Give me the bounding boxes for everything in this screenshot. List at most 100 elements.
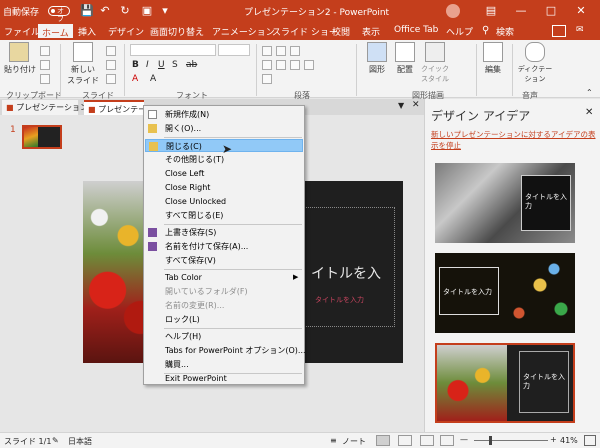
menu-item-save[interactable]: 上書き保存(S) — [145, 226, 303, 239]
redo-icon[interactable]: ↻ — [118, 4, 132, 18]
slide-thumbnail[interactable] — [22, 125, 62, 149]
quick-styles-icon — [425, 42, 445, 62]
cut-icon[interactable] — [40, 46, 50, 56]
dictate-button[interactable]: ディクテー ション — [514, 42, 556, 84]
tab-home[interactable]: ホーム — [38, 24, 73, 40]
indent-icon[interactable] — [290, 46, 300, 56]
shapes-button[interactable]: 図形 — [362, 42, 392, 75]
normal-view-icon[interactable] — [376, 435, 390, 446]
zoom-slider[interactable] — [474, 440, 548, 441]
menu-item-tab-color[interactable]: Tab Color ▶ — [145, 271, 303, 284]
align-center-icon[interactable] — [276, 60, 286, 70]
menu-item-exit[interactable]: Exit PowerPoint — [145, 372, 303, 385]
zoom-slider-thumb[interactable] — [489, 436, 492, 445]
account-avatar[interactable] — [446, 4, 460, 18]
align-right-icon[interactable] — [290, 60, 300, 70]
ribbon-display-icon[interactable]: ▤ — [484, 4, 498, 18]
reading-view-icon[interactable] — [420, 435, 434, 446]
section-icon[interactable] — [106, 74, 116, 84]
close-tab-icon[interactable]: ✕ — [412, 100, 420, 110]
autosave-toggle[interactable]: オフ — [48, 6, 70, 23]
tab-view[interactable]: 表示 — [362, 25, 380, 38]
layout-icon[interactable] — [106, 46, 116, 56]
menu-item-save-as[interactable]: 名前を付けて保存(A)... — [145, 240, 303, 253]
spellcheck-icon[interactable]: ✎ — [52, 436, 59, 445]
tab-file[interactable]: ファイル — [4, 25, 40, 38]
reset-icon[interactable] — [106, 60, 116, 70]
menu-label: Close Right — [165, 183, 211, 192]
menu-item-close-all[interactable]: すべて閉じる(E) — [145, 209, 303, 222]
doctab-presentation2[interactable]: ■ プレゼンテー — [84, 100, 146, 115]
menu-label: Close Unlocked — [165, 197, 227, 206]
zoom-in-icon[interactable]: + — [550, 435, 557, 444]
menu-item-close-unlocked[interactable]: Close Unlocked — [145, 195, 303, 208]
tab-transitions[interactable]: 画面切り替え — [150, 25, 204, 38]
align-left-icon[interactable] — [262, 60, 272, 70]
justify-icon[interactable] — [304, 60, 314, 70]
tab-design[interactable]: デザイン — [108, 25, 144, 38]
zoom-out-icon[interactable]: — — [460, 435, 468, 444]
italic-icon[interactable]: I — [146, 60, 149, 70]
comments-icon[interactable]: ✉ — [576, 25, 584, 35]
close-pane-icon[interactable]: ✕ — [585, 107, 593, 118]
tab-insert[interactable]: 挿入 — [78, 25, 96, 38]
search-icon[interactable]: ⚲ — [482, 25, 489, 36]
save-icon[interactable]: 💾 — [80, 4, 94, 18]
tab-slideshow[interactable]: スライド ショー — [272, 25, 338, 38]
design-idea-1[interactable]: タイトルを入 力 — [435, 163, 575, 243]
underline-icon[interactable]: U — [158, 60, 165, 70]
bold-icon[interactable]: B — [132, 60, 139, 70]
tab-list-icon[interactable]: ▼ — [398, 101, 404, 110]
menu-item-help[interactable]: ヘルプ(H) — [145, 330, 303, 343]
undo-icon[interactable]: ↶ — [98, 4, 112, 18]
paste-button[interactable]: 貼り付け — [4, 42, 36, 75]
menu-item-save-all[interactable]: すべて保存(V) — [145, 254, 303, 267]
copy-icon[interactable] — [40, 60, 50, 70]
customize-qat-icon[interactable]: ▾ — [158, 4, 172, 18]
arrange-button[interactable]: 配置 — [392, 42, 418, 75]
stop-ideas-link[interactable]: 新しいプレゼンテーションに対するアイデアの表示を停止 — [431, 129, 599, 151]
font-name-combo[interactable] — [130, 44, 216, 56]
menu-item-close-others[interactable]: その他閉じる(T) — [145, 153, 303, 166]
text-direction-icon[interactable] — [262, 74, 272, 84]
design-idea-3[interactable]: タイトルを入 力 — [435, 343, 575, 423]
menu-item-new[interactable]: 新規作成(N) — [145, 108, 303, 121]
quick-styles-button[interactable]: クイック スタイル — [418, 42, 452, 84]
menu-item-options[interactable]: Tabs for PowerPoint オプション(O)... — [145, 344, 306, 357]
format-painter-icon[interactable] — [40, 74, 50, 84]
share-icon[interactable] — [552, 25, 566, 37]
collapse-ribbon-icon[interactable]: ⌃ — [586, 88, 593, 97]
grow-font-icon[interactable]: A — [150, 74, 156, 84]
menu-item-close-left[interactable]: Close Left — [145, 167, 303, 180]
bullets-icon[interactable] — [262, 46, 272, 56]
maximize-icon[interactable]: □ — [544, 4, 558, 18]
menu-item-purchase[interactable]: 購買... — [145, 358, 303, 371]
numbering-icon[interactable] — [276, 46, 286, 56]
editing-button[interactable]: 編集 — [480, 42, 506, 75]
tab-office-tab[interactable]: Office Tab — [394, 25, 438, 35]
tab-search[interactable]: 検索 — [496, 25, 514, 38]
close-icon[interactable]: ✕ — [574, 4, 588, 18]
language-indicator[interactable]: 日本語 — [68, 436, 92, 447]
font-color-icon[interactable]: A — [132, 74, 138, 84]
zoom-level[interactable]: 41% — [560, 436, 578, 445]
notes-button[interactable]: ノート — [342, 436, 366, 447]
shadow-icon[interactable]: S — [172, 60, 178, 70]
doctab-presentation1[interactable]: ■ プレゼンテーション1 — [2, 100, 93, 115]
menu-item-close-right[interactable]: Close Right — [145, 181, 303, 194]
font-size-combo[interactable] — [218, 44, 250, 56]
strikethrough-icon[interactable]: ab — [186, 60, 197, 70]
fit-to-window-icon[interactable] — [584, 435, 596, 446]
new-slide-button[interactable]: 新しい スライド — [66, 42, 100, 86]
tab-help[interactable]: ヘルプ — [446, 25, 473, 38]
tab-review[interactable]: 校閲 — [332, 25, 350, 38]
tab-animations[interactable]: アニメーション — [212, 25, 275, 38]
menu-item-lock[interactable]: ロック(L) — [145, 313, 303, 326]
menu-item-open[interactable]: 開く(O)... — [145, 122, 303, 135]
slideshow-view-icon[interactable] — [440, 435, 454, 446]
minimize-icon[interactable]: — — [514, 4, 528, 18]
save-as-icon — [148, 242, 157, 251]
present-icon[interactable]: ▣ — [140, 4, 154, 18]
slide-sorter-icon[interactable] — [398, 435, 412, 446]
design-idea-2[interactable]: タイトルを入力 — [435, 253, 575, 333]
